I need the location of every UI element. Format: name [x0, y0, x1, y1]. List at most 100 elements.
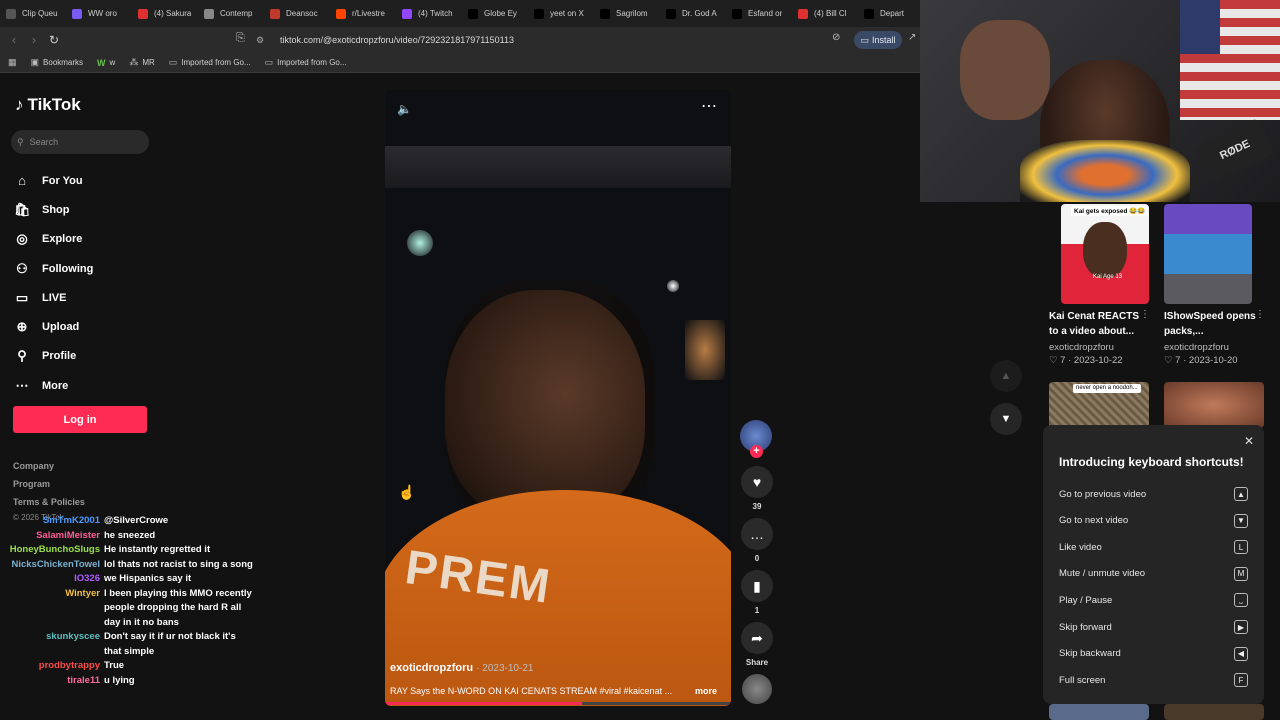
- footer-link-program[interactable]: Program: [13, 478, 85, 496]
- browser-tab[interactable]: (4) Twitch: [396, 0, 462, 27]
- related-video-author[interactable]: exoticdropzforu: [1049, 342, 1114, 353]
- bookmark-item-imported-2[interactable]: ▭ Imported from Go...: [265, 57, 347, 68]
- browser-tab[interactable]: Deansoc: [264, 0, 330, 27]
- comment-icon[interactable]: …: [741, 518, 773, 550]
- bookmark-item-w[interactable]: Ww: [97, 58, 115, 68]
- browser-tab[interactable]: Globe Ey: [462, 0, 528, 27]
- url-field[interactable]: ⚙ tiktok.com/@exoticdropzforu/video/7292…: [256, 30, 856, 50]
- share-page-icon[interactable]: ↗: [908, 32, 916, 43]
- browser-tab[interactable]: Depart: [858, 0, 920, 27]
- footer-link-company[interactable]: Company: [13, 460, 85, 478]
- browser-tab[interactable]: r/Livestre: [330, 0, 396, 27]
- sidebar-item-label: LIVE: [42, 291, 67, 304]
- related-video-thumbnail[interactable]: [1164, 382, 1264, 428]
- description-more-link[interactable]: more: [695, 686, 717, 696]
- forward-icon[interactable]: ›: [24, 30, 44, 50]
- sidebar-item-explore[interactable]: ◎ Explore: [14, 225, 164, 254]
- related-options-icon[interactable]: ⋮: [1255, 309, 1265, 320]
- heart-outline-icon: ♡: [1049, 355, 1058, 366]
- close-icon[interactable]: ✕: [1244, 434, 1254, 448]
- video-scene-face: [445, 290, 645, 520]
- browser-tab[interactable]: Sagrilom: [594, 0, 660, 27]
- sidebar-item-upload[interactable]: ⊕ Upload: [14, 312, 164, 341]
- save-action[interactable]: ▮ 1: [740, 570, 774, 622]
- chat-username[interactable]: Wintyer: [0, 587, 104, 602]
- following-icon: ⚇: [16, 260, 28, 276]
- login-button[interactable]: Log in: [13, 406, 147, 433]
- browser-tab[interactable]: Dr. God A: [660, 0, 726, 27]
- tiktok-logo[interactable]: ♪ TikTok: [15, 95, 81, 115]
- browser-tab[interactable]: yeet on X: [528, 0, 594, 27]
- video-author[interactable]: exoticdropzforu · 2023-10-21: [390, 662, 533, 674]
- browser-tab[interactable]: WW oro: [66, 0, 132, 27]
- like-action[interactable]: ♥ 39: [740, 466, 774, 518]
- related-video-thumbnail[interactable]: [1164, 204, 1252, 304]
- bookmark-icon[interactable]: ▮: [741, 570, 773, 602]
- follow-plus-icon[interactable]: +: [750, 445, 763, 458]
- chat-username[interactable]: tirale11: [0, 674, 104, 689]
- related-video-thumbnail[interactable]: [1164, 704, 1264, 720]
- browser-tab[interactable]: (4) Bill Cl: [792, 0, 858, 27]
- previous-video-button[interactable]: ▲: [990, 360, 1022, 392]
- site-settings-icon[interactable]: ⚙: [256, 35, 268, 46]
- chat-username[interactable]: IO326: [0, 572, 104, 587]
- shortcut-key: M: [1234, 566, 1248, 581]
- sound-avatar[interactable]: [742, 674, 772, 704]
- apps-grid-icon[interactable]: ▦: [8, 57, 17, 68]
- heart-icon[interactable]: ♥: [741, 466, 773, 498]
- footer-link-terms[interactable]: Terms & Policies: [13, 496, 85, 514]
- chat-username[interactable]: NicksChickenTowel: [0, 558, 104, 573]
- reload-icon[interactable]: ↻: [44, 30, 64, 50]
- bookmark-star-icon[interactable]: ⎘: [236, 32, 245, 45]
- search-icon: ⚲: [17, 136, 24, 147]
- home-icon: ⌂: [18, 173, 26, 189]
- related-video-title[interactable]: Kai Cenat REACTS to a video about...: [1049, 309, 1149, 339]
- comment-action[interactable]: … 0: [740, 518, 774, 570]
- video-player[interactable]: PREM 🔈 ⋯ exoticdropzforu · 2023-10-21 RA…: [385, 90, 731, 706]
- more-icon: ⋯: [15, 377, 29, 393]
- related-video-title[interactable]: IShowSpeed opens packs,...: [1164, 309, 1264, 339]
- search-input[interactable]: ⚲ Search: [11, 130, 149, 154]
- browser-tab[interactable]: Contemp: [198, 0, 264, 27]
- chat-username[interactable]: prodbytrappy: [0, 659, 104, 674]
- chat-username[interactable]: HoneyBunchoSlugs: [0, 543, 104, 558]
- share-icon[interactable]: ➦: [741, 622, 773, 654]
- related-video-thumbnail[interactable]: Kai gets exposed 😂😂 Kai Age 13: [1061, 204, 1149, 304]
- sidebar-item-profile[interactable]: ⚲ Profile: [14, 342, 164, 371]
- sidebar-item-live[interactable]: ▭ LIVE: [14, 283, 164, 312]
- chat-text: @SilverCrowe: [104, 515, 169, 526]
- bookmark-item-mr[interactable]: ⁂ MR: [129, 57, 154, 68]
- install-button[interactable]: ▭ Install: [854, 31, 902, 49]
- chat-text: I been playing this MMO recently people …: [104, 587, 252, 628]
- browser-tab[interactable]: (4) Sakura: [132, 0, 198, 27]
- related-options-icon[interactable]: ⋮: [1140, 309, 1150, 320]
- tab-favicon-icon: [402, 8, 412, 19]
- chat-text: u lying: [104, 674, 135, 686]
- like-count: 39: [752, 502, 762, 511]
- sidebar-item-following[interactable]: ⚇ Following: [14, 254, 164, 283]
- share-action[interactable]: ➦ Share: [740, 622, 774, 674]
- bookmark-item-bookmarks[interactable]: ▣ Bookmarks: [31, 57, 84, 68]
- back-icon[interactable]: ‹: [4, 30, 24, 50]
- chat-username[interactable]: SalamiMeister: [0, 529, 104, 544]
- next-video-button[interactable]: ▼: [990, 403, 1022, 435]
- sidebar-item-more[interactable]: ⋯ More: [14, 371, 164, 400]
- browser-tab[interactable]: Esfand or: [726, 0, 792, 27]
- video-progress-bar[interactable]: [385, 702, 731, 705]
- related-video-thumbnail[interactable]: [1049, 704, 1149, 720]
- tracking-blocked-icon[interactable]: ⊘: [832, 32, 840, 43]
- browser-tab[interactable]: Clip Queu: [0, 0, 66, 27]
- volume-icon[interactable]: 🔈: [397, 102, 412, 116]
- bookmark-item-imported-1[interactable]: ▭ Imported from Go...: [169, 57, 251, 68]
- video-options-icon[interactable]: ⋯: [701, 96, 717, 116]
- chat-text: he sneezed: [104, 529, 156, 541]
- sidebar-item-shop[interactable]: 🛍 Shop: [14, 195, 164, 224]
- related-video-author[interactable]: exoticdropzforu: [1164, 342, 1229, 353]
- author-avatar[interactable]: +: [740, 420, 772, 458]
- related-date: 2023-10-22: [1073, 355, 1123, 366]
- sidebar-item-for-you[interactable]: ⌂ For You: [14, 166, 164, 195]
- chat-username[interactable]: skunkyscee: [0, 630, 104, 645]
- chat-username[interactable]: SmTmK2001: [0, 514, 104, 529]
- shortcut-key: L: [1234, 540, 1248, 555]
- related-video-thumbnail[interactable]: never open a noodoh...: [1049, 382, 1149, 428]
